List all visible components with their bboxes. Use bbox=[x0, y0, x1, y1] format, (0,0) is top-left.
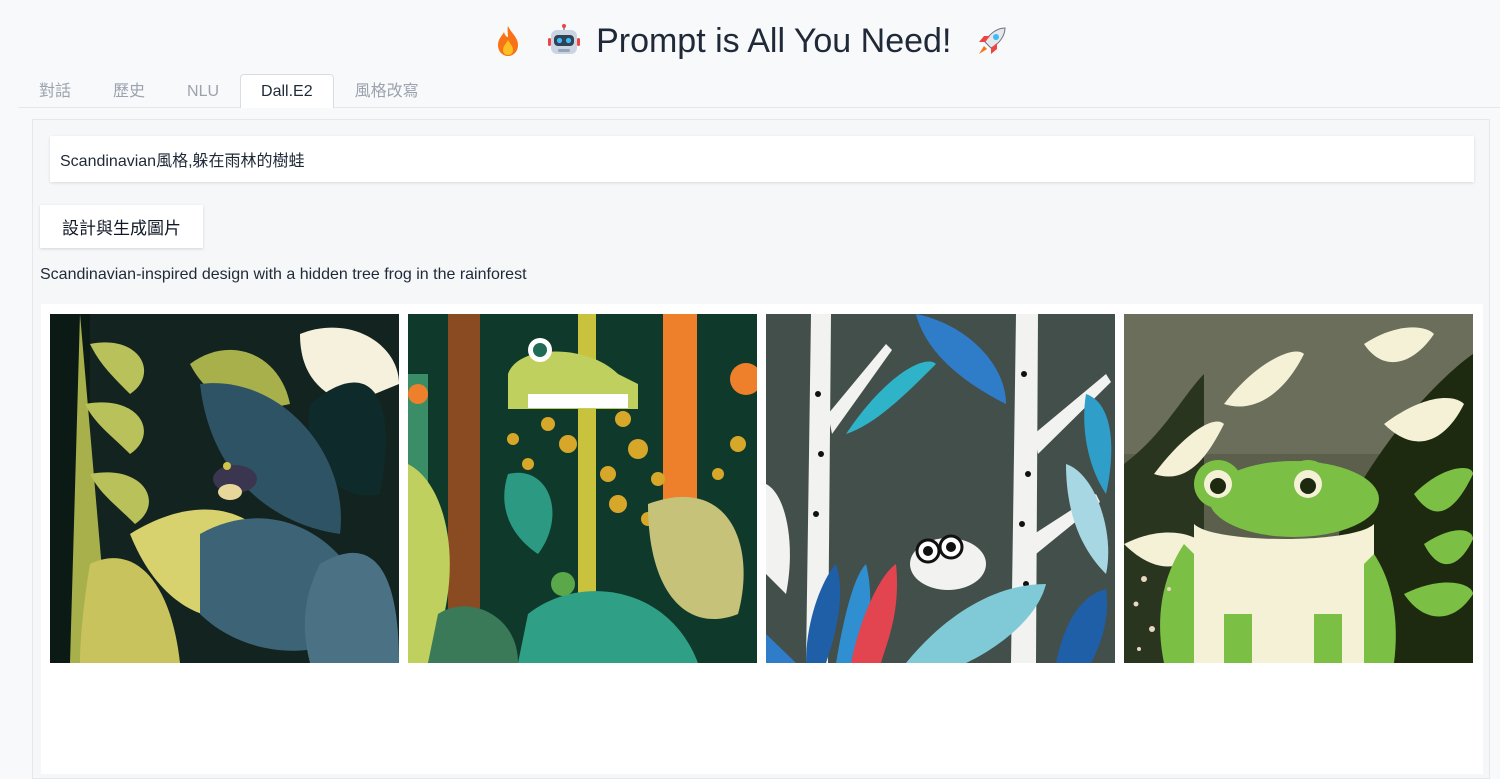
tab-dalle2[interactable]: Dall.E2 bbox=[240, 74, 334, 108]
rainforest-frog-image-1 bbox=[50, 314, 399, 663]
gallery-image-2[interactable] bbox=[408, 314, 757, 663]
gallery-image-3[interactable] bbox=[766, 314, 1115, 663]
robot-icon bbox=[547, 24, 580, 55]
generate-image-button[interactable]: 設計與生成圖片 bbox=[40, 205, 203, 248]
page-title: Prompt is All You Need! bbox=[0, 18, 1500, 62]
fire-icon bbox=[498, 26, 519, 57]
tab-nlu[interactable]: NLU bbox=[166, 74, 240, 108]
rainforest-frog-image-2 bbox=[408, 314, 757, 663]
image-gallery bbox=[41, 304, 1483, 774]
title-text: Prompt is All You Need! bbox=[596, 22, 952, 61]
rainforest-frog-image-4 bbox=[1124, 314, 1473, 663]
tab-bar: 對話 歷史 NLU Dall.E2 風格改寫 bbox=[18, 74, 440, 108]
tab-chat[interactable]: 對話 bbox=[18, 74, 92, 108]
rainforest-frog-image-3 bbox=[766, 314, 1115, 663]
tab-history[interactable]: 歷史 bbox=[92, 74, 166, 108]
generated-description: Scandinavian-inspired design with a hidd… bbox=[40, 266, 527, 283]
tab-style-rewrite[interactable]: 風格改寫 bbox=[334, 74, 440, 108]
gallery-image-1[interactable] bbox=[50, 314, 399, 663]
rocket-icon bbox=[978, 27, 1006, 55]
prompt-input[interactable] bbox=[50, 136, 1474, 182]
gallery-image-4[interactable] bbox=[1124, 314, 1473, 663]
